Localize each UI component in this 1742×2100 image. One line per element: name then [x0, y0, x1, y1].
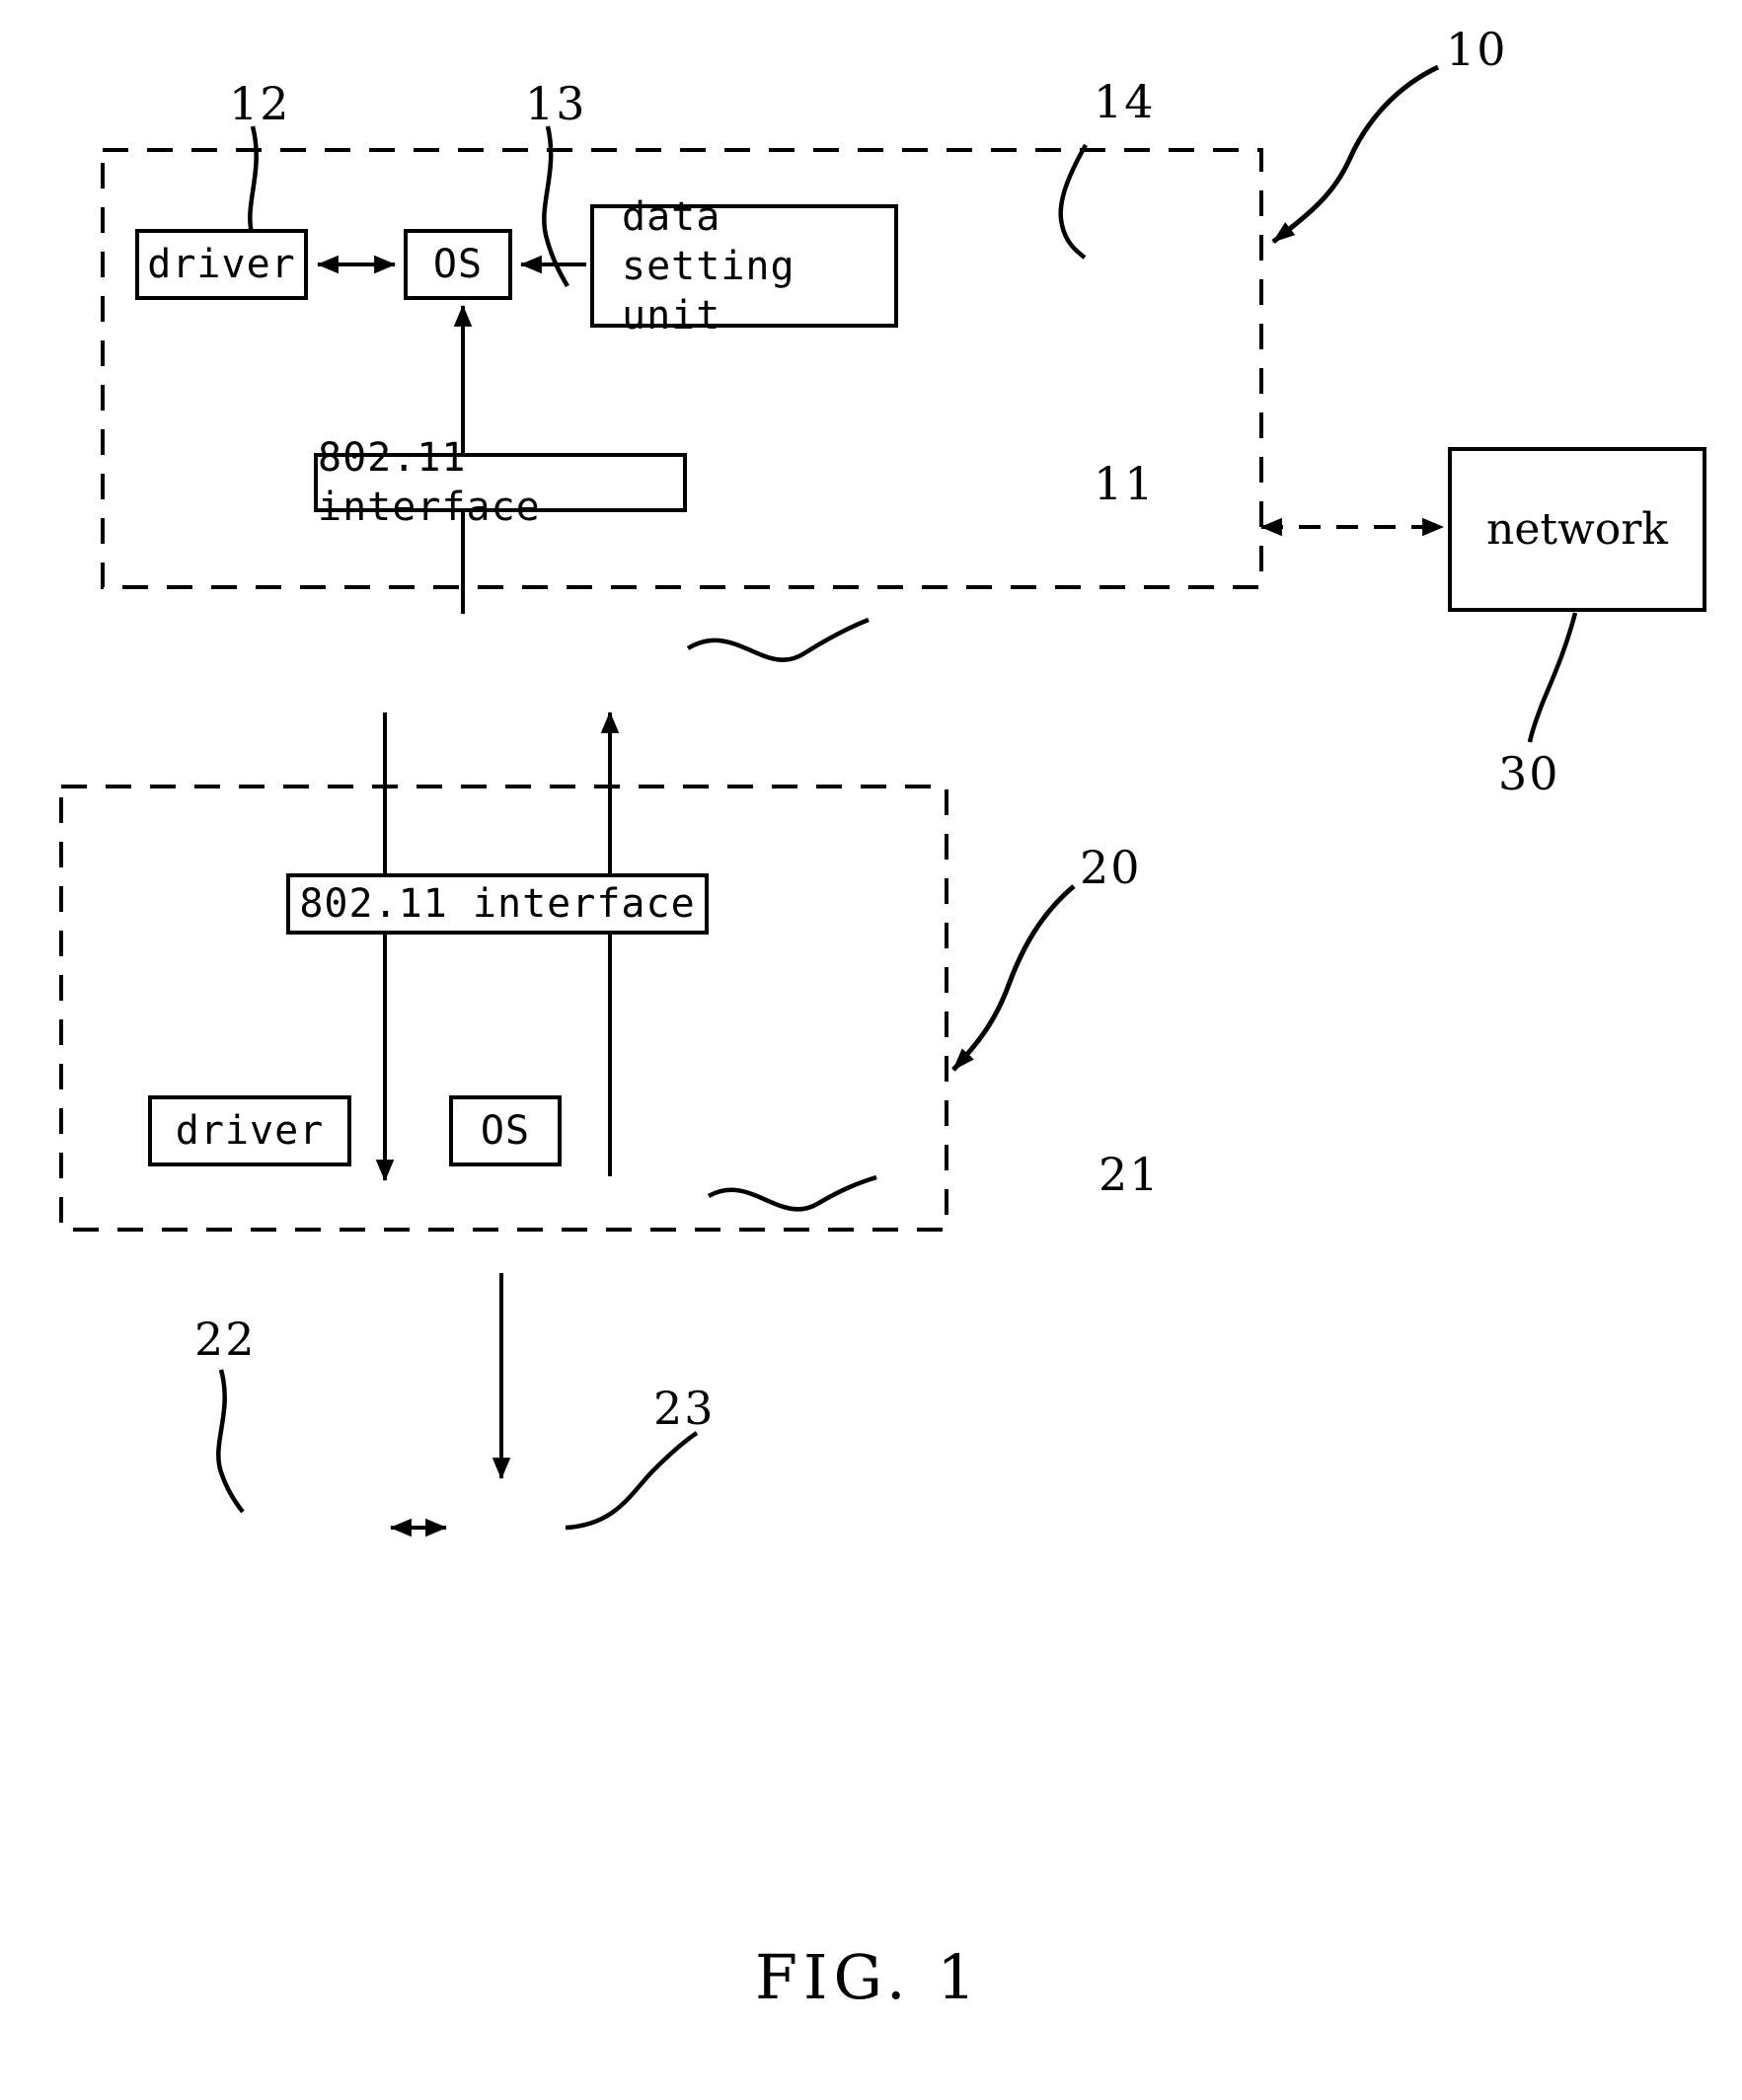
figure-caption: FIG. 1: [755, 1941, 982, 2013]
ref-number-10: 10: [1446, 23, 1508, 76]
block-data-setting-unit-label: data setting unit: [622, 193, 795, 338]
block-driver-bottom-label: driver: [175, 1108, 325, 1154]
ref-number-23: 23: [653, 1382, 716, 1435]
block-os-top-label: OS: [432, 242, 484, 287]
block-data-setting-unit[interactable]: data setting unit: [590, 194, 898, 338]
leader-line-21: [707, 1174, 877, 1212]
ref-number-13: 13: [525, 77, 587, 130]
leader-line-30: [1527, 612, 1578, 743]
ref-number-12: 12: [229, 77, 291, 130]
ref-number-22: 22: [194, 1312, 257, 1366]
ref-number-11: 11: [1094, 457, 1156, 510]
patent-figure-page: driver OS data setting unit 802.11 inter…: [0, 0, 1742, 2100]
block-os-top[interactable]: OS: [404, 229, 512, 300]
ref-number-14: 14: [1094, 75, 1156, 128]
block-interface-bottom-label: 802.11 interface: [299, 881, 696, 927]
leader-arrow-20: [951, 884, 1076, 1072]
leader-line-14: [1058, 143, 1088, 260]
block-driver-top-label: driver: [147, 242, 296, 287]
block-interface-top[interactable]: 802.11 interface: [314, 435, 687, 530]
ref-number-21: 21: [1098, 1148, 1161, 1201]
block-network[interactable]: network: [1448, 447, 1706, 612]
leader-line-11: [686, 617, 870, 662]
leader-line-23: [565, 1431, 699, 1531]
ref-number-20: 20: [1080, 841, 1142, 894]
block-interface-bottom[interactable]: 802.11 interface: [286, 873, 709, 935]
block-driver-top[interactable]: driver: [135, 229, 308, 300]
block-driver-bottom[interactable]: driver: [148, 1095, 351, 1166]
leader-line-22: [216, 1369, 245, 1514]
block-interface-top-label: 802.11 interface: [318, 435, 541, 530]
block-os-bottom-label: OS: [480, 1108, 531, 1154]
block-network-label: network: [1486, 504, 1668, 555]
ref-number-30: 30: [1498, 747, 1560, 800]
leader-arrow-10: [1271, 64, 1440, 244]
block-os-bottom[interactable]: OS: [449, 1095, 562, 1166]
